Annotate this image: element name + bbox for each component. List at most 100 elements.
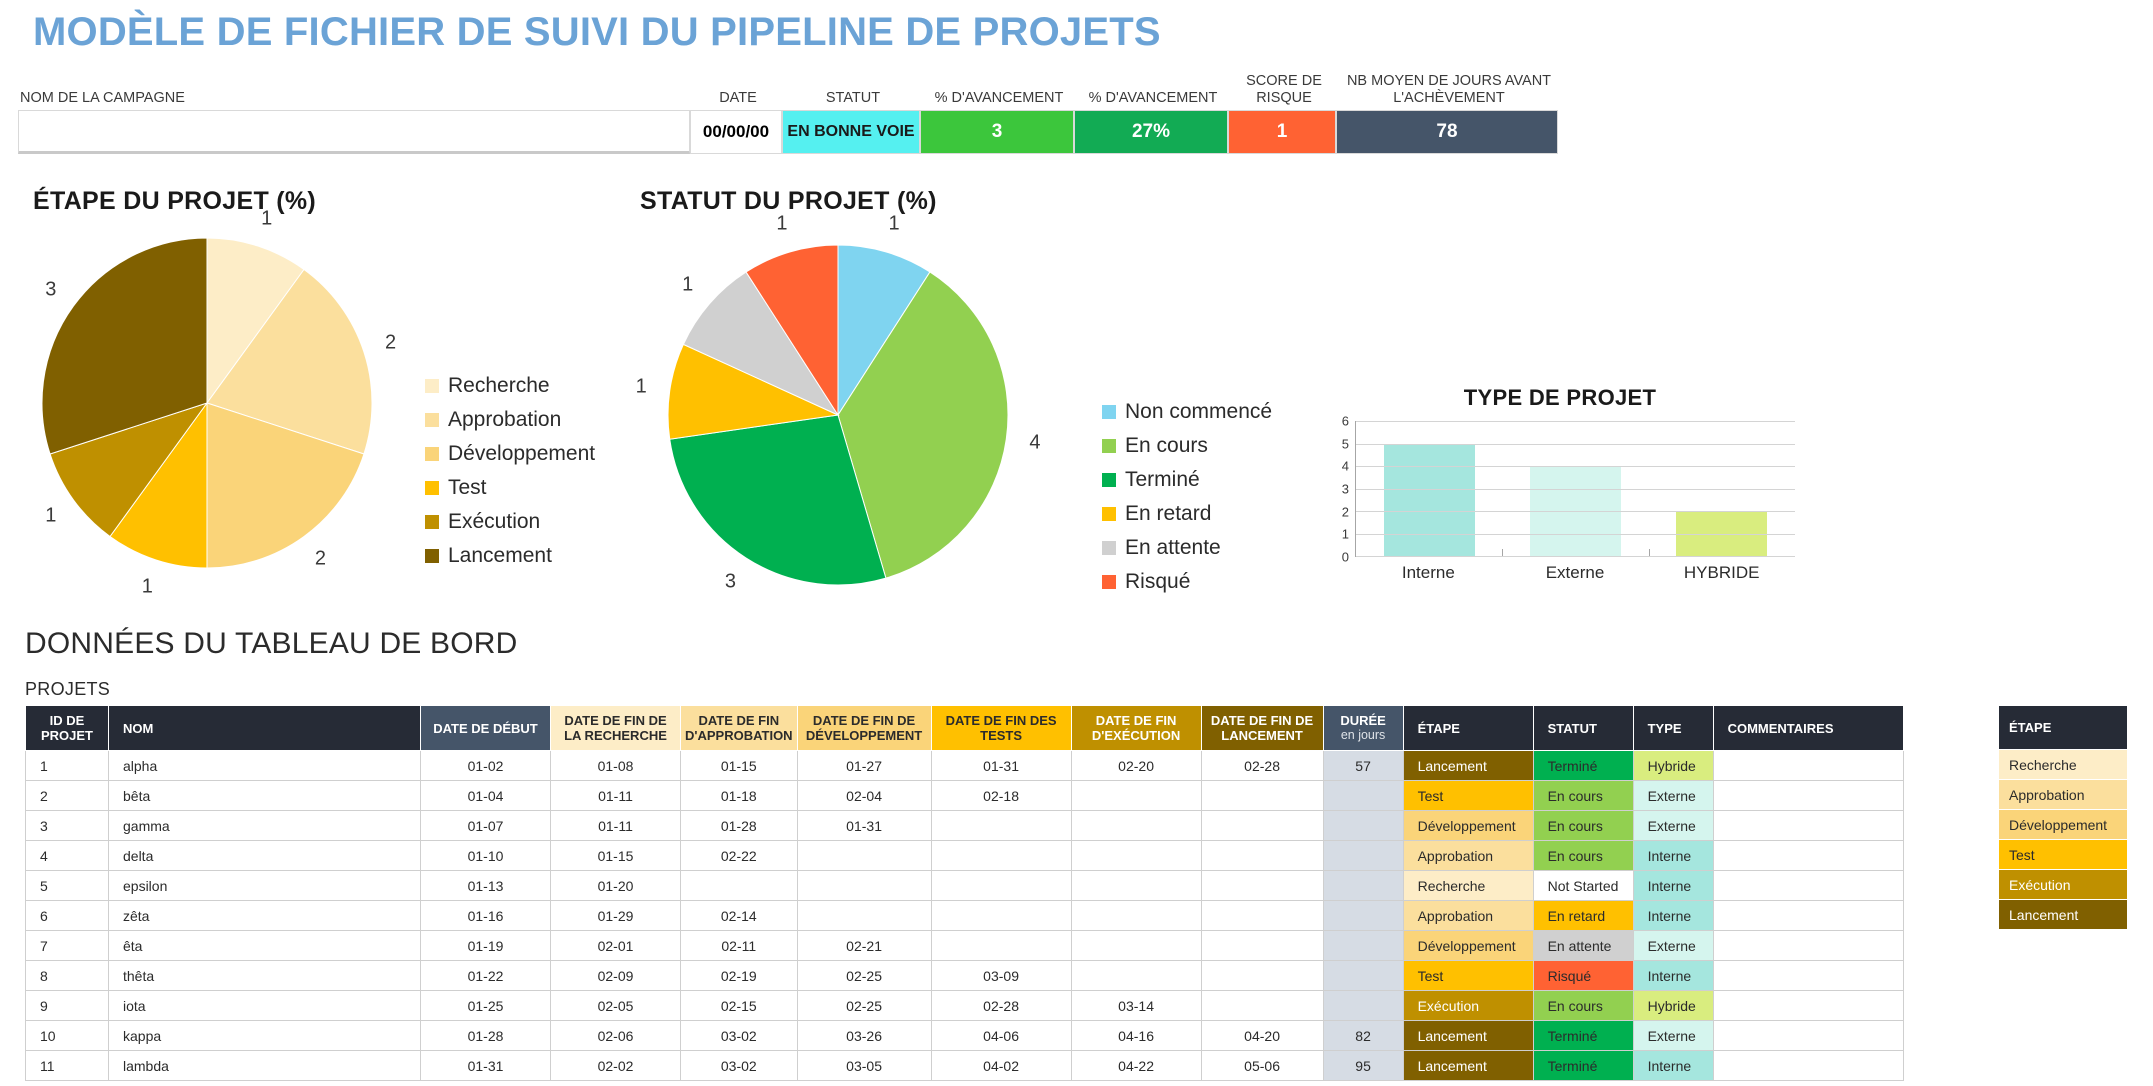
cell-lancement[interactable]	[1200, 780, 1324, 811]
cell-recherche[interactable]: 02-09	[550, 960, 681, 991]
cell-debut[interactable]: 01-07	[420, 810, 551, 841]
cell-statut[interactable]: En retard	[1532, 900, 1634, 931]
cell-recherche[interactable]: 01-20	[550, 870, 681, 901]
cell-nom[interactable]: epsilon	[108, 870, 421, 901]
cell-id[interactable]: 8	[25, 960, 109, 991]
cell-nom[interactable]: alpha	[108, 750, 421, 781]
cell-developpement[interactable]: 02-25	[796, 960, 932, 991]
cell-duree[interactable]: 95	[1322, 1050, 1404, 1081]
cell-developpement[interactable]: 01-31	[796, 810, 932, 841]
cell-execution[interactable]: 03-14	[1070, 990, 1202, 1021]
cell-type[interactable]: Externe	[1632, 1020, 1714, 1051]
cell-approbation[interactable]: 02-11	[680, 930, 798, 961]
cell-approbation[interactable]: 01-18	[680, 780, 798, 811]
cell-etape[interactable]: Approbation	[1402, 900, 1534, 931]
cell-debut[interactable]: 01-13	[420, 870, 551, 901]
cell-id[interactable]: 3	[25, 810, 109, 841]
table-row[interactable]: 3 gamma 01-07 01-11 01-28 01-31 Développement E…	[25, 810, 1904, 841]
cell-statut[interactable]: Terminé	[1532, 750, 1634, 781]
summary-value-advancement1[interactable]: 3	[920, 110, 1074, 154]
cell-duree[interactable]	[1322, 900, 1404, 931]
cell-lancement[interactable]	[1200, 990, 1324, 1021]
cell-developpement[interactable]: 03-05	[796, 1050, 932, 1081]
cell-type[interactable]: Interne	[1632, 840, 1714, 871]
cell-developpement[interactable]	[796, 900, 932, 931]
cell-commentaires[interactable]	[1712, 1050, 1904, 1081]
summary-value-advancement2[interactable]: 27%	[1074, 110, 1228, 154]
cell-nom[interactable]: êta	[108, 930, 421, 961]
table-row[interactable]: 9 iota 01-25 02-05 02-15 02-25 02-28 03-14 Exécu…	[25, 990, 1904, 1021]
cell-nom[interactable]: bêta	[108, 780, 421, 811]
cell-lancement[interactable]: 05-06	[1200, 1050, 1324, 1081]
cell-nom[interactable]: thêta	[108, 960, 421, 991]
table-row[interactable]: 8 thêta 01-22 02-09 02-19 02-25 03-09 Test Risqu…	[25, 960, 1904, 991]
table-row[interactable]: 4 delta 01-10 01-15 02-22 Approbation En cours…	[25, 840, 1904, 871]
cell-lancement[interactable]	[1200, 900, 1324, 931]
cell-tests[interactable]: 04-06	[930, 1020, 1072, 1051]
cell-lancement[interactable]	[1200, 930, 1324, 961]
cell-recherche[interactable]: 02-01	[550, 930, 681, 961]
cell-statut[interactable]: Not Started	[1532, 870, 1634, 901]
cell-statut[interactable]: En cours	[1532, 990, 1634, 1021]
cell-lancement[interactable]	[1200, 810, 1324, 841]
cell-type[interactable]: Interne	[1632, 960, 1714, 991]
cell-type[interactable]: Hybride	[1632, 750, 1714, 781]
table-row[interactable]: 10 kappa 01-28 02-06 03-02 03-26 04-06 04-16 04-…	[25, 1020, 1904, 1051]
column-header-dur-e[interactable]: DURÉE en jours	[1322, 705, 1404, 751]
cell-etape[interactable]: Lancement	[1402, 750, 1534, 781]
cell-duree[interactable]	[1322, 990, 1404, 1021]
cell-execution[interactable]: 02-20	[1070, 750, 1202, 781]
cell-id[interactable]: 6	[25, 900, 109, 931]
cell-statut[interactable]: Risqué	[1532, 960, 1634, 991]
cell-statut[interactable]: En cours	[1532, 810, 1634, 841]
column-header-type[interactable]: TYPE	[1632, 705, 1714, 751]
cell-duree[interactable]	[1322, 780, 1404, 811]
cell-approbation[interactable]: 01-15	[680, 750, 798, 781]
cell-execution[interactable]	[1070, 900, 1202, 931]
column-header-date-de-fin-des-tests[interactable]: DATE DE FIN DES TESTS	[930, 705, 1072, 751]
cell-commentaires[interactable]	[1712, 750, 1904, 781]
cell-debut[interactable]: 01-28	[420, 1020, 551, 1051]
cell-type[interactable]: Externe	[1632, 930, 1714, 961]
cell-statut[interactable]: Terminé	[1532, 1020, 1634, 1051]
cell-tests[interactable]: 04-02	[930, 1050, 1072, 1081]
cell-execution[interactable]	[1070, 840, 1202, 871]
cell-debut[interactable]: 01-02	[420, 750, 551, 781]
cell-id[interactable]: 11	[25, 1050, 109, 1081]
cell-nom[interactable]: kappa	[108, 1020, 421, 1051]
cell-recherche[interactable]: 02-02	[550, 1050, 681, 1081]
cell-tests[interactable]	[930, 810, 1072, 841]
cell-statut[interactable]: Terminé	[1532, 1050, 1634, 1081]
cell-type[interactable]: Externe	[1632, 780, 1714, 811]
cell-debut[interactable]: 01-22	[420, 960, 551, 991]
table-row[interactable]: 5 epsilon 01-13 01-20 Recherche Not Started In…	[25, 870, 1904, 901]
cell-commentaires[interactable]	[1712, 960, 1904, 991]
cell-tests[interactable]	[930, 900, 1072, 931]
cell-developpement[interactable]: 02-04	[796, 780, 932, 811]
cell-developpement[interactable]: 02-21	[796, 930, 932, 961]
cell-approbation[interactable]: 03-02	[680, 1020, 798, 1051]
cell-duree[interactable]: 57	[1322, 750, 1404, 781]
cell-statut[interactable]: En cours	[1532, 780, 1634, 811]
cell-id[interactable]: 10	[25, 1020, 109, 1051]
column-header-date-de-fin-de-d-veloppement[interactable]: DATE DE FIN DE DÉVELOPPEMENT	[796, 705, 932, 751]
column-header-date-de-fin-de-la-recherche[interactable]: DATE DE FIN DE LA RECHERCHE	[550, 705, 681, 751]
cell-debut[interactable]: 01-16	[420, 900, 551, 931]
cell-etape[interactable]: Approbation	[1402, 840, 1534, 871]
cell-duree[interactable]	[1322, 870, 1404, 901]
cell-etape[interactable]: Test	[1402, 960, 1534, 991]
cell-debut[interactable]: 01-04	[420, 780, 551, 811]
column-header-date-de-d-but[interactable]: DATE DE DÉBUT	[420, 705, 551, 751]
cell-approbation[interactable]: 03-02	[680, 1050, 798, 1081]
cell-id[interactable]: 1	[25, 750, 109, 781]
cell-execution[interactable]: 04-22	[1070, 1050, 1202, 1081]
cell-lancement[interactable]	[1200, 870, 1324, 901]
cell-developpement[interactable]: 01-27	[796, 750, 932, 781]
cell-approbation[interactable]: 02-19	[680, 960, 798, 991]
cell-duree[interactable]: 82	[1322, 1020, 1404, 1051]
table-row[interactable]: 6 zêta 01-16 01-29 02-14 Approbation En retard…	[25, 900, 1904, 931]
cell-commentaires[interactable]	[1712, 930, 1904, 961]
table-row[interactable]: 7 êta 01-19 02-01 02-11 02-21 Développement En …	[25, 930, 1904, 961]
table-row[interactable]: 2 bêta 01-04 01-11 01-18 02-04 02-18 Test En cou…	[25, 780, 1904, 811]
cell-id[interactable]: 4	[25, 840, 109, 871]
